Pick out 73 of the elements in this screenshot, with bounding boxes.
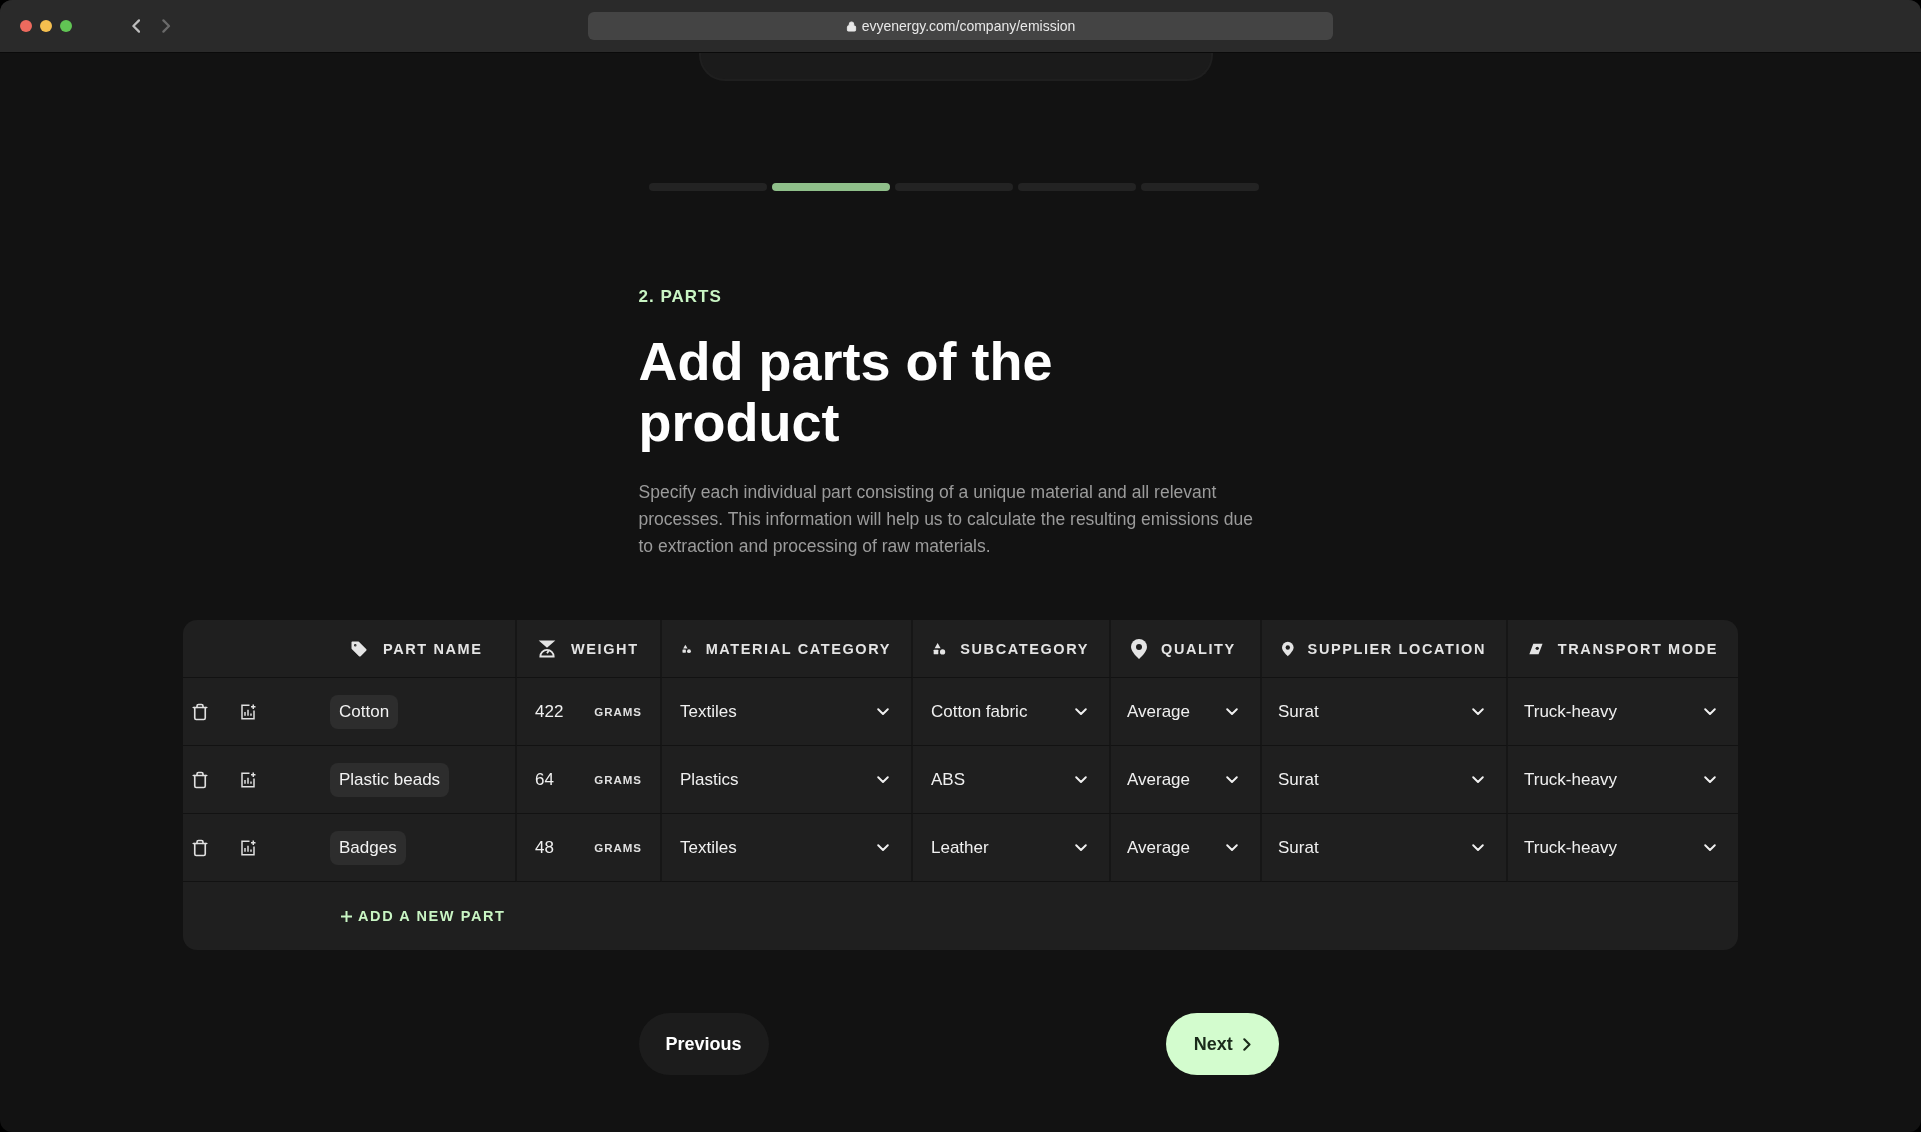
tag-icon (349, 638, 369, 659)
dropdown[interactable]: Average (1111, 678, 1260, 745)
column-header: SUBCATEGORY (960, 640, 1089, 657)
dropdown[interactable]: Surat (1262, 814, 1506, 881)
chevron-down-icon (1472, 775, 1484, 784)
column-header: WEIGHT (571, 640, 639, 657)
part-name-chip[interactable]: Plastic beads (330, 762, 450, 797)
chevron-down-icon (877, 775, 889, 784)
weight-unit: GRAMS (594, 773, 642, 786)
column-header: SUPPLIER LOCATION (1307, 640, 1486, 657)
chevron-down-icon (1226, 775, 1238, 784)
previous-button[interactable]: Previous (638, 1013, 769, 1075)
column-header: MATERIAL CATEGORY (705, 640, 891, 657)
dropdown[interactable]: Truck-heavy (1508, 814, 1738, 881)
plus-icon (341, 910, 352, 922)
address-bar[interactable]: evyenergy.com/company/emission (588, 12, 1333, 40)
delete-icon[interactable] (191, 702, 209, 721)
chart-add-icon (239, 702, 257, 721)
dropdown[interactable]: Cotton fabric (913, 678, 1109, 745)
add-part-link[interactable]: ADD A NEW PART (335, 907, 512, 925)
step-label: 2. PARTS (638, 287, 723, 307)
chart-add-icon (239, 770, 257, 789)
delete-icon[interactable] (191, 770, 209, 789)
weight-value: 64 (535, 769, 555, 790)
column-header: TRANSPORT MODE (1557, 640, 1718, 657)
weight-unit: GRAMS (594, 841, 642, 854)
weight-value: 48 (535, 837, 555, 858)
weight-value: 422 (535, 701, 565, 722)
chevron-down-icon (1472, 707, 1484, 716)
dropdown[interactable]: ABS (913, 746, 1109, 813)
part-name-chip[interactable]: Cotton (330, 694, 399, 729)
chevron-down-icon (1704, 843, 1716, 852)
weight-unit: GRAMS (594, 705, 642, 718)
part-name-chip[interactable]: Badges (330, 830, 406, 865)
minimize-window-button[interactable] (40, 20, 52, 32)
column-header: QUALITY (1161, 640, 1236, 657)
chevron-down-icon (1226, 843, 1238, 852)
next-button[interactable]: Next (1165, 1013, 1279, 1075)
chevron-right-icon (1242, 1037, 1251, 1051)
chart-add-button[interactable] (239, 838, 257, 857)
chevron-down-icon (1704, 775, 1716, 784)
column-header: PART NAME (383, 640, 483, 657)
chevron-down-icon (1226, 707, 1238, 716)
chart-add-icon (239, 838, 257, 857)
forward-button[interactable] (162, 19, 171, 33)
dropdown[interactable]: Average (1111, 746, 1260, 813)
dropdown[interactable]: Truck-heavy (1508, 678, 1738, 745)
dropdown[interactable]: Textiles (662, 678, 911, 745)
dropdown[interactable]: Average (1111, 814, 1260, 881)
chevron-down-icon (877, 707, 889, 716)
description: Specify each individual part consisting of a unique material and all relevant processes. This information will help us to calculate the resulting emissions due to extraction and processing of raw materials. (638, 481, 1254, 558)
map-pin-icon (1131, 638, 1147, 659)
dropdown[interactable]: Textiles (662, 814, 911, 881)
chevron-down-icon (1075, 775, 1087, 784)
chart-add-button[interactable] (239, 770, 257, 789)
chart-add-button[interactable] (239, 702, 257, 721)
dropdown[interactable]: Plastics (662, 746, 911, 813)
chevron-down-icon (1075, 843, 1087, 852)
lock-icon (845, 20, 857, 32)
chevron-down-icon (1075, 707, 1087, 716)
chevron-down-icon (877, 843, 889, 852)
dropdown[interactable]: Surat (1262, 678, 1506, 745)
back-button[interactable] (132, 19, 141, 33)
page-title: Add parts of the product (638, 331, 1054, 453)
close-window-button[interactable] (20, 20, 32, 32)
maximize-window-button[interactable] (60, 20, 72, 32)
chevron-down-icon (1472, 843, 1484, 852)
chevron-down-icon (1704, 707, 1716, 716)
delete-icon[interactable] (191, 838, 209, 857)
scale-icon (537, 638, 557, 659)
dropdown[interactable]: Leather (913, 814, 1109, 881)
dropdown[interactable]: Truck-heavy (1508, 746, 1738, 813)
dropdown[interactable]: Surat (1262, 746, 1506, 813)
